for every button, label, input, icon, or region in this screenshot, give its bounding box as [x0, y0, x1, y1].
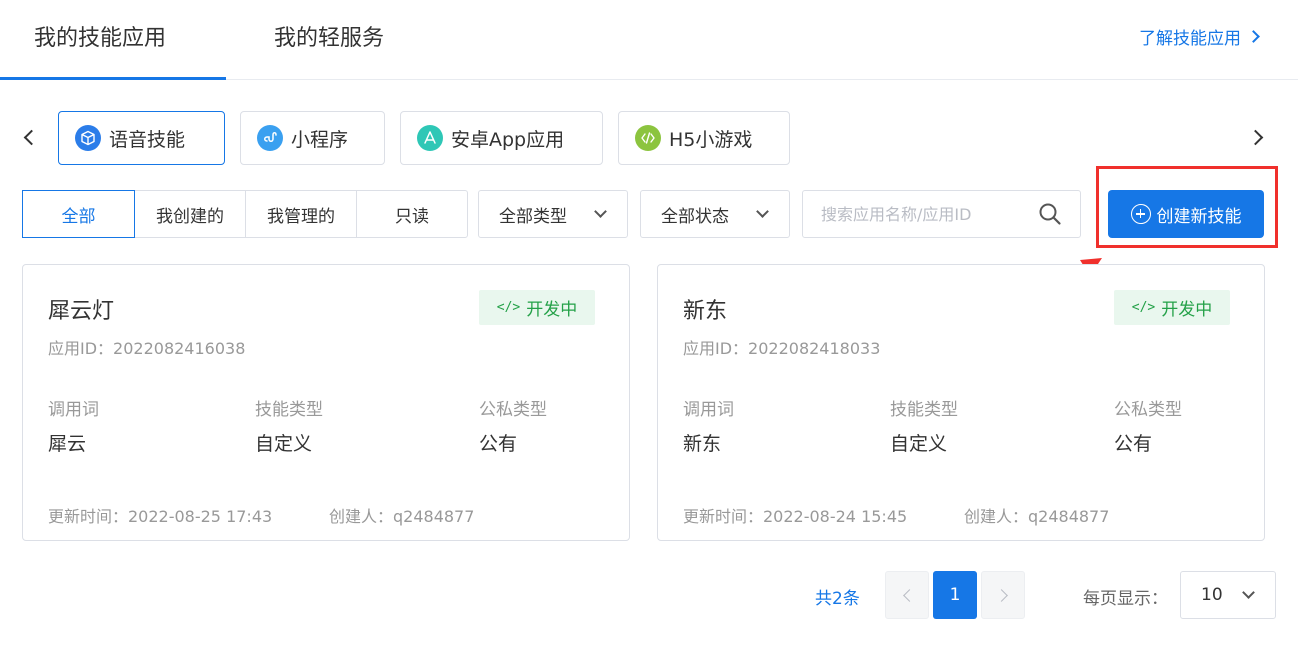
category-label: 语音技能: [109, 128, 186, 151]
field-label: 技能类型: [890, 400, 958, 420]
carousel-next-button[interactable]: [1247, 128, 1266, 148]
skill-name: 犀云灯: [48, 299, 115, 324]
search-box: [802, 190, 1081, 238]
field-label: 调用词: [48, 400, 99, 420]
invocation-word: 新东: [683, 433, 722, 455]
category-h5-game[interactable]: H5小游戏: [618, 111, 790, 165]
filter-read-only[interactable]: 只读: [356, 191, 467, 237]
status-badge: </> 开发中: [1114, 290, 1230, 325]
link-icon: [257, 125, 283, 151]
tab-my-light-services[interactable]: 我的轻服务: [274, 20, 384, 52]
filter-managed-by-me[interactable]: 我管理的: [245, 191, 356, 237]
category-label: 小程序: [291, 128, 349, 151]
tab-my-skill-apps[interactable]: 我的技能应用: [34, 20, 166, 52]
active-tab-indicator: [0, 77, 226, 80]
search-icon[interactable]: [1038, 202, 1062, 226]
carousel-prev-button[interactable]: [22, 128, 40, 148]
field-label: 公私类型: [1114, 400, 1182, 420]
skill-card[interactable]: 新东 </> 开发中 应用ID：2022082418033 调用词 技能类型 公…: [657, 264, 1265, 541]
ownership-filter: 全部 我创建的 我管理的 只读: [22, 190, 468, 238]
create-skill-button[interactable]: 创建新技能: [1108, 190, 1264, 238]
per-page-value: 10: [1201, 585, 1223, 605]
chevron-right-icon: [1247, 129, 1264, 146]
learn-skill-apps-link[interactable]: 了解技能应用: [1139, 24, 1260, 49]
chevron-down-icon: [1242, 586, 1255, 599]
add-circle-icon: [1130, 204, 1151, 224]
page-1-button[interactable]: 1: [933, 571, 977, 619]
category-label: H5小游戏: [669, 128, 753, 151]
app-store-icon: [417, 125, 443, 151]
chevron-right-icon: [1247, 30, 1260, 43]
updated-time: 更新时间：2022-08-24 15:45: [683, 507, 908, 526]
invocation-word: 犀云: [48, 433, 87, 455]
code-icon: </>: [496, 300, 521, 315]
category-mini-program[interactable]: 小程序: [240, 111, 385, 165]
field-label: 调用词: [683, 400, 734, 420]
learn-link-label: 了解技能应用: [1139, 29, 1241, 49]
skill-card[interactable]: 犀云灯 </> 开发中 应用ID：2022082416038 调用词 技能类型 …: [22, 264, 630, 541]
creator: 创建人：q2484877: [329, 507, 475, 526]
total-count: 共2条: [815, 589, 860, 609]
visibility-type: 公有: [1114, 433, 1153, 455]
create-skill-label: 创建新技能: [1156, 206, 1242, 227]
category-voice-skill[interactable]: 语音技能: [58, 111, 225, 165]
chevron-left-icon: [902, 588, 916, 602]
category-label: 安卓App应用: [451, 128, 565, 151]
chevron-left-icon: [23, 129, 40, 146]
field-label: 公私类型: [479, 400, 547, 420]
updated-time: 更新时间：2022-08-25 17:43: [48, 507, 273, 526]
per-page-select[interactable]: 10: [1180, 571, 1276, 619]
field-label: 技能类型: [255, 400, 323, 420]
status-label: 开发中: [526, 300, 578, 320]
type-select[interactable]: 全部类型: [478, 190, 628, 238]
creator: 创建人：q2484877: [964, 507, 1110, 526]
filter-created-by-me[interactable]: 我创建的: [134, 191, 245, 237]
visibility-type: 公有: [479, 433, 518, 455]
code-icon: [635, 125, 661, 151]
skill-type: 自定义: [890, 433, 948, 455]
type-select-value: 全部类型: [499, 206, 567, 227]
chevron-down-icon: [594, 205, 607, 218]
status-select-value: 全部状态: [661, 206, 729, 227]
cube-icon: [75, 125, 101, 151]
chevron-down-icon: [756, 205, 769, 218]
skill-type: 自定义: [255, 433, 313, 455]
app-id: 应用ID：2022082416038: [48, 339, 246, 358]
filter-all[interactable]: 全部: [22, 190, 135, 238]
next-page-button[interactable]: [981, 571, 1025, 619]
top-tab-bar: 我的技能应用 我的轻服务 了解技能应用: [0, 0, 1298, 80]
category-android-app[interactable]: 安卓App应用: [400, 111, 603, 165]
prev-page-button[interactable]: [885, 571, 929, 619]
app-id: 应用ID：2022082418033: [683, 339, 881, 358]
skill-name: 新东: [683, 299, 728, 324]
code-icon: </>: [1131, 300, 1156, 315]
status-label: 开发中: [1161, 300, 1213, 320]
chevron-right-icon: [994, 588, 1008, 602]
status-badge: </> 开发中: [479, 290, 595, 325]
per-page-label: 每页显示：: [1083, 589, 1168, 609]
search-input[interactable]: [803, 191, 1033, 237]
status-select[interactable]: 全部状态: [640, 190, 790, 238]
